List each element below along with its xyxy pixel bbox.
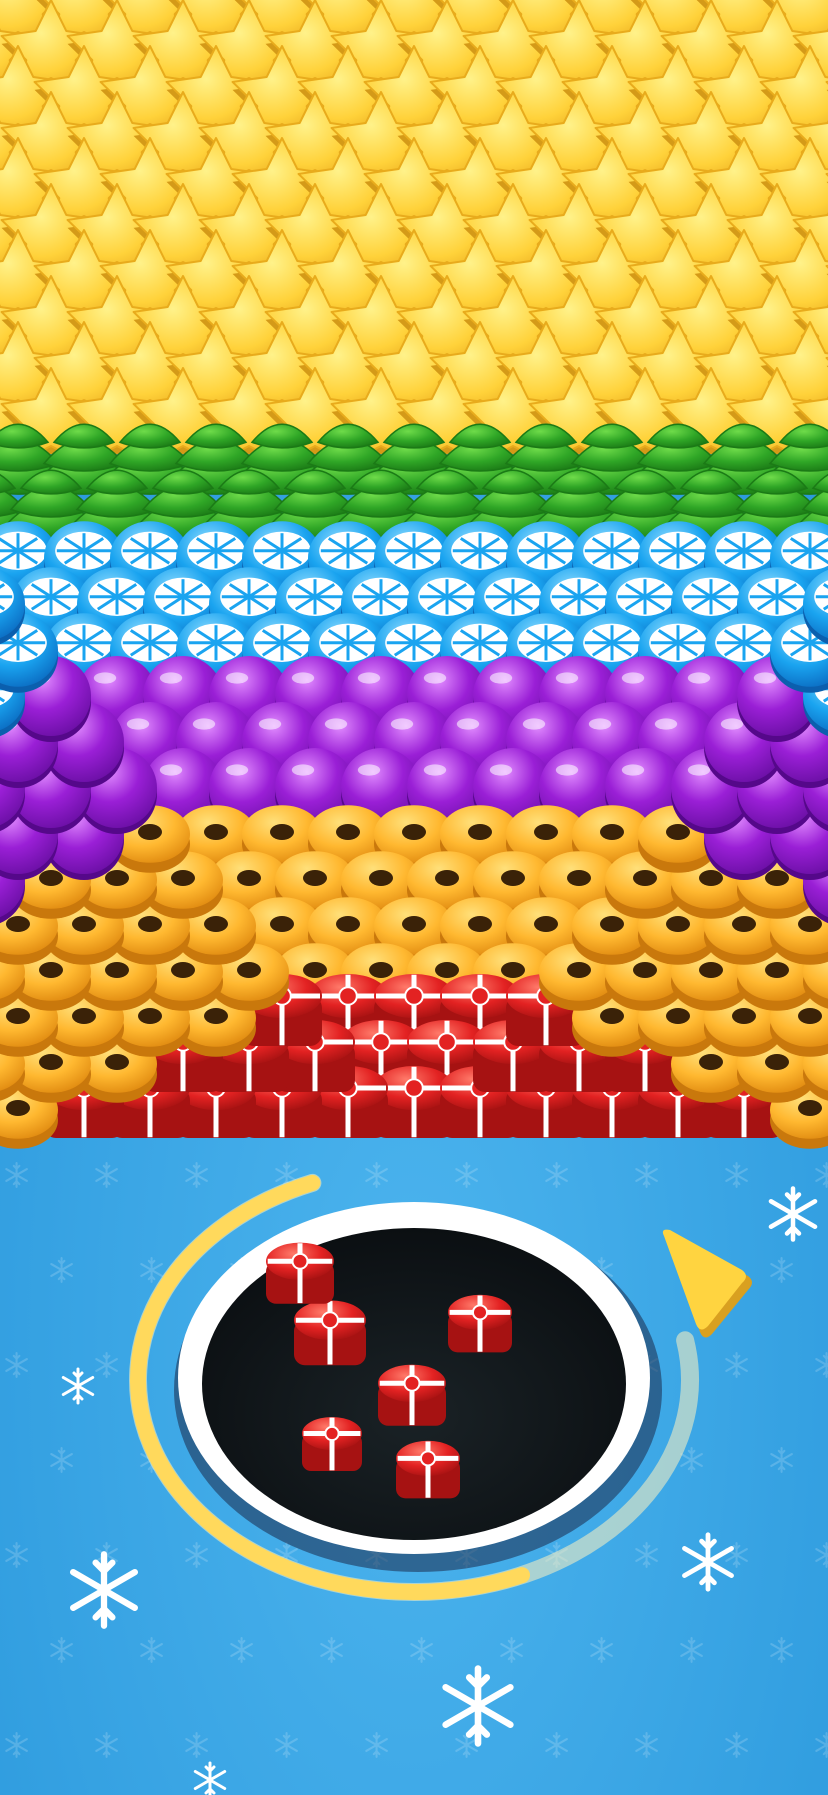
object-pile xyxy=(0,0,828,1149)
gift-icon xyxy=(266,1242,334,1304)
game-scene[interactable] xyxy=(0,0,828,1795)
gift-icon xyxy=(396,1440,460,1499)
gift-icon xyxy=(378,1364,446,1426)
gift-icon xyxy=(448,1294,512,1353)
gift-icon xyxy=(294,1300,366,1366)
gift-icon xyxy=(302,1417,362,1471)
